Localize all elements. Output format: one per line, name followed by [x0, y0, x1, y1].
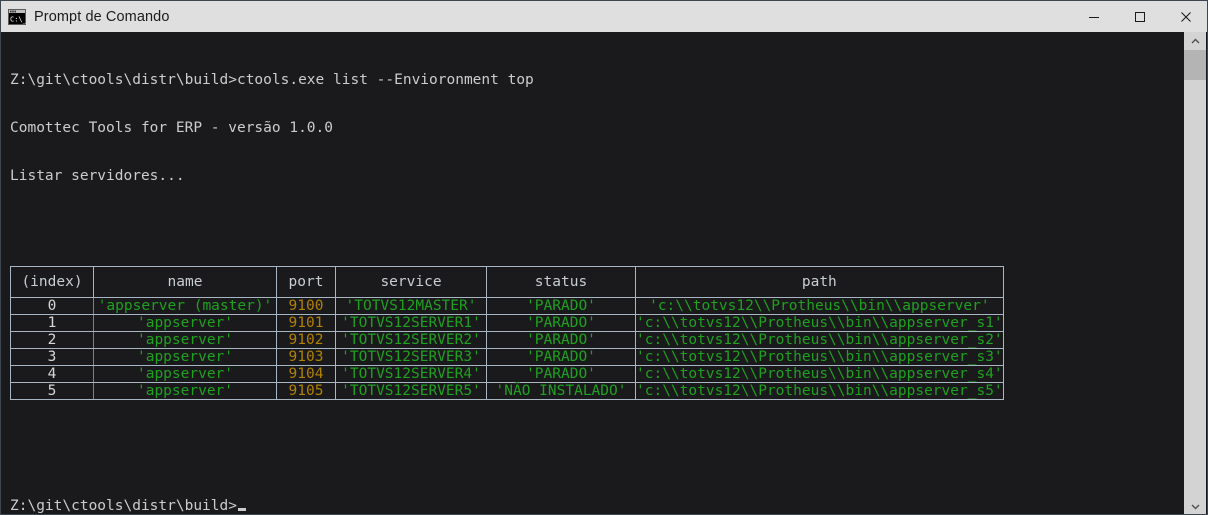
- table-header-row: (index) name port service status path: [10, 266, 1004, 298]
- chevron-down-icon: [1191, 504, 1199, 509]
- cell-port: 9105: [276, 382, 336, 400]
- cell-port: 9101: [276, 314, 336, 332]
- cell-status: 'PARADO': [486, 365, 636, 383]
- cell-service: 'TOTVS12SERVER2': [335, 331, 487, 349]
- table-row: 3 'appserver' 9103 'TOTVS12SERVER3' 'PAR…: [10, 348, 1004, 366]
- minimize-icon: [1089, 16, 1099, 18]
- column-header-service: service: [335, 266, 487, 298]
- cell-port: 9102: [276, 331, 336, 349]
- vertical-scrollbar[interactable]: [1184, 32, 1206, 514]
- cell-name: 'appserver': [93, 314, 277, 332]
- scrollbar-thumb[interactable]: [1184, 50, 1206, 80]
- column-header-port: port: [276, 266, 336, 298]
- cell-name: 'appserver': [93, 382, 277, 400]
- prompt-text: Z:\git\ctools\distr\build>: [10, 498, 237, 514]
- column-header-index: (index): [10, 266, 94, 298]
- cell-service: 'TOTVS12SERVER5': [335, 382, 487, 400]
- cell-index: 1: [10, 314, 94, 332]
- cell-service: 'TOTVS12MASTER': [335, 297, 487, 315]
- console-output-area[interactable]: Z:\git\ctools\distr\build>ctools.exe lis…: [2, 32, 1185, 514]
- cell-name: 'appserver': [93, 365, 277, 383]
- cell-index: 0: [10, 297, 94, 315]
- cell-service: 'TOTVS12SERVER1': [335, 314, 487, 332]
- cell-index: 3: [10, 348, 94, 366]
- maximize-button[interactable]: [1117, 1, 1163, 32]
- table-head: (index) name port service status path: [10, 266, 1004, 298]
- window-controls: [1071, 1, 1207, 32]
- table-body: 0 'appserver (master)' 9100 'TOTVS12MAST…: [10, 297, 1004, 400]
- cell-service: 'TOTVS12SERVER3': [335, 348, 487, 366]
- table-row: 4 'appserver' 9104 'TOTVS12SERVER4' 'PAR…: [10, 365, 1004, 383]
- minimize-button[interactable]: [1071, 1, 1117, 32]
- cell-name: 'appserver': [93, 348, 277, 366]
- cell-status: 'PARADO': [486, 348, 636, 366]
- cell-path: 'c:\\totvs12\\Protheus\\bin\\appserver_s…: [635, 348, 1004, 366]
- terminal-output-line-1: Comottec Tools for ERP - versão 1.0.0: [10, 120, 334, 136]
- cell-status: 'PARADO': [486, 331, 636, 349]
- cell-port: 9100: [276, 297, 336, 315]
- table-row: 0 'appserver (master)' 9100 'TOTVS12MAST…: [10, 297, 1004, 315]
- table-row: 2 'appserver' 9102 'TOTVS12SERVER2' 'PAR…: [10, 331, 1004, 349]
- cell-name: 'appserver': [93, 331, 277, 349]
- maximize-icon: [1135, 11, 1145, 22]
- terminal-output-line-2: Listar servidores...: [10, 168, 185, 184]
- svg-text:C:\_: C:\_: [10, 15, 26, 23]
- chevron-up-icon: [1191, 38, 1199, 43]
- cell-path: 'c:\\totvs12\\Protheus\\bin\\appserver': [635, 297, 1004, 315]
- cell-port: 9104: [276, 365, 336, 383]
- column-header-status: status: [486, 266, 636, 298]
- cell-path: 'c:\\totvs12\\Protheus\\bin\\appserver_s…: [635, 365, 1004, 383]
- window-titlebar[interactable]: C:\_ Prompt de Comando: [1, 1, 1207, 32]
- cell-index: 2: [10, 331, 94, 349]
- cell-service: 'TOTVS12SERVER4': [335, 365, 487, 383]
- cell-path: 'c:\\totvs12\\Protheus\\bin\\appserver_s…: [635, 382, 1004, 400]
- column-header-name: name: [93, 266, 277, 298]
- cell-status: 'PARADO': [486, 314, 636, 332]
- close-button[interactable]: [1163, 1, 1207, 32]
- text-cursor: [237, 508, 246, 511]
- table-row: 1 'appserver' 9101 'TOTVS12SERVER1' 'PAR…: [10, 314, 1004, 332]
- scrollbar-up-arrow-button[interactable]: [1184, 32, 1206, 50]
- terminal-command-line: Z:\git\ctools\distr\build>ctools.exe lis…: [10, 72, 534, 88]
- close-icon: [1181, 11, 1191, 22]
- console-icon: C:\_: [8, 8, 28, 25]
- cell-name: 'appserver (master)': [93, 297, 277, 315]
- servers-table-wrapper: (index) name port service status path 0 …: [10, 234, 1185, 432]
- scrollbar-down-arrow-button[interactable]: [1184, 497, 1206, 514]
- cell-port: 9103: [276, 348, 336, 366]
- servers-table: (index) name port service status path 0 …: [10, 266, 1004, 400]
- cell-index: 5: [10, 382, 94, 400]
- cell-status: 'PARADO': [486, 297, 636, 315]
- cell-path: 'c:\\totvs12\\Protheus\\bin\\appserver_s…: [635, 331, 1004, 349]
- column-header-path: path: [635, 266, 1004, 298]
- cell-index: 4: [10, 365, 94, 383]
- command-prompt-window: C:\_ Prompt de Comando Z:\git\ctools\dis…: [0, 0, 1208, 515]
- window-title: Prompt de Comando: [34, 8, 170, 25]
- cell-status: 'NÃO INSTALADO': [486, 382, 636, 400]
- scrollbar-track[interactable]: [1184, 50, 1206, 497]
- cell-path: 'c:\\totvs12\\Protheus\\bin\\appserver_s…: [635, 314, 1004, 332]
- table-row: 5 'appserver' 9105 'TOTVS12SERVER5' 'NÃO…: [10, 382, 1004, 400]
- terminal-active-prompt: Z:\git\ctools\distr\build>: [10, 498, 1185, 514]
